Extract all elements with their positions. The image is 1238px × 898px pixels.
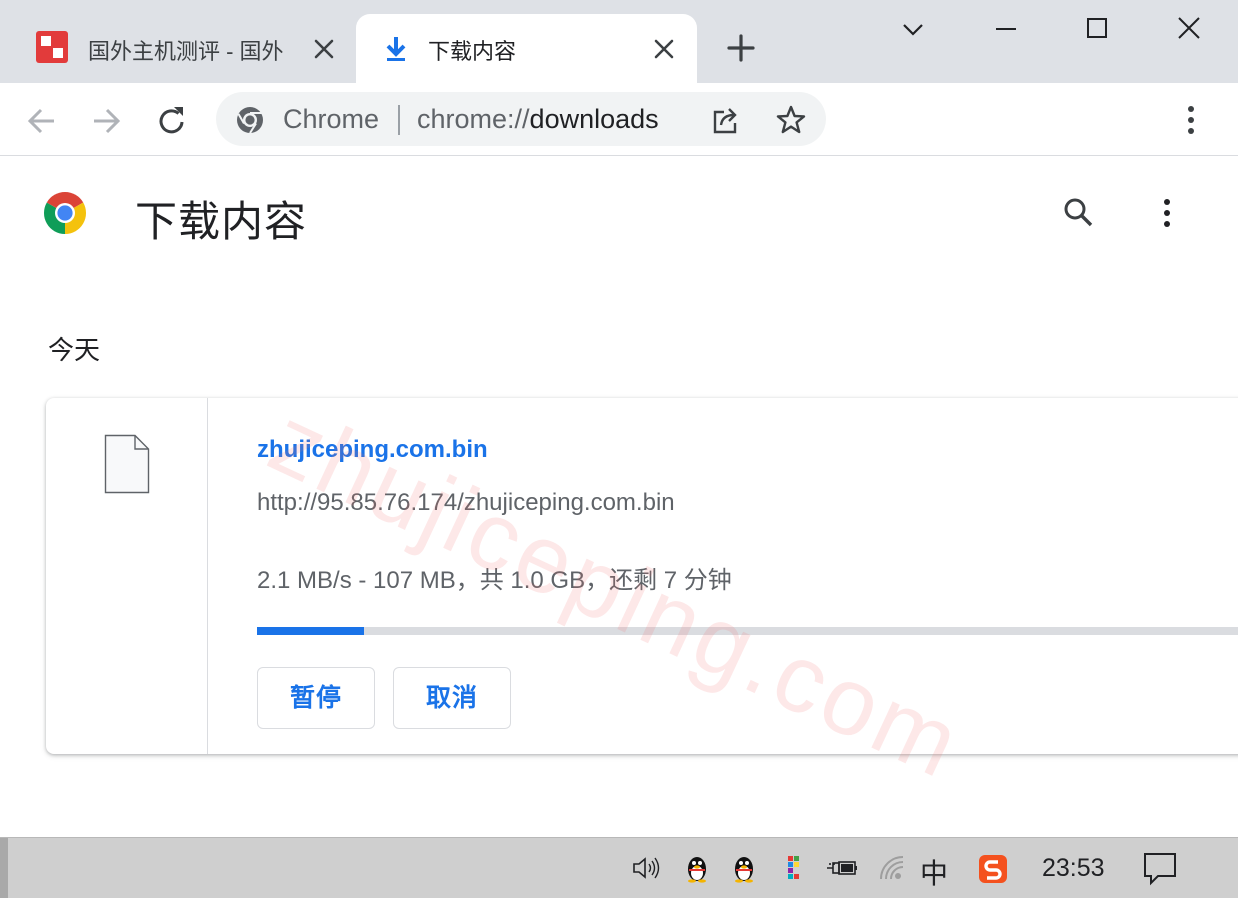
sogou-ime-icon[interactable]: [977, 853, 1009, 885]
app-tray-icon[interactable]: [780, 853, 810, 883]
minimize-button[interactable]: [986, 12, 1026, 48]
browser-menu-button[interactable]: [1176, 101, 1206, 141]
back-button[interactable]: [22, 101, 62, 141]
close-icon[interactable]: [650, 35, 678, 63]
file-icon: [104, 434, 150, 494]
close-icon[interactable]: [310, 35, 338, 63]
close-window-button[interactable]: [1169, 12, 1209, 48]
chevron-down-icon: [903, 24, 923, 36]
forward-button[interactable]: [86, 101, 126, 141]
url-prefix: chrome://: [417, 104, 530, 134]
download-progress-fill: [257, 627, 364, 635]
reload-button[interactable]: [152, 101, 192, 141]
tab-title: 下载内容: [428, 39, 517, 64]
tab-strip: 国外主机测评 - 国外 下载内容: [0, 0, 1238, 83]
volume-icon[interactable]: [631, 853, 661, 883]
star-icon: [776, 105, 806, 134]
tab-zhujiceping[interactable]: 国外主机测评 - 国外: [12, 14, 354, 83]
site-chip-label: Chrome: [283, 104, 380, 134]
search-downloads-button[interactable]: [1060, 194, 1096, 230]
minimize-icon: [996, 28, 1016, 30]
chrome-site-icon: [235, 105, 265, 135]
chrome-logo-icon: [42, 190, 88, 236]
bookmark-button[interactable]: [774, 103, 808, 137]
maximize-icon: [1087, 18, 1107, 38]
qq-penguin-icon[interactable]: [682, 853, 712, 883]
tab-downloads[interactable]: 下载内容: [356, 14, 697, 83]
cancel-button[interactable]: 取消: [393, 667, 511, 729]
toolbar: Chrome chrome://downloads: [0, 83, 1238, 156]
qq-penguin-icon[interactable]: [729, 853, 759, 883]
share-button[interactable]: [710, 104, 742, 136]
date-heading: 今天: [48, 335, 101, 365]
reload-icon: [159, 107, 184, 134]
downloads-menu-button[interactable]: [1152, 194, 1182, 232]
search-icon: [1064, 198, 1093, 227]
share-icon: [713, 108, 737, 134]
plus-icon: [727, 34, 755, 62]
maximize-button[interactable]: [1077, 12, 1117, 48]
pause-button[interactable]: 暂停: [257, 667, 375, 729]
action-center-button[interactable]: [1142, 850, 1178, 886]
notification-icon: [1144, 853, 1176, 886]
battery-power-icon[interactable]: [825, 853, 859, 883]
arrow-right-icon: [94, 108, 121, 134]
site-favicon-icon: [36, 31, 68, 63]
url-text[interactable]: chrome://downloads: [417, 104, 659, 135]
download-icon: [382, 34, 410, 64]
url-host: downloads: [529, 104, 659, 134]
kebab-menu-icon: [1164, 199, 1170, 227]
system-clock[interactable]: 23:53: [1042, 854, 1105, 883]
taskbar-edge: [0, 838, 8, 898]
ime-language-indicator[interactable]: 中: [920, 852, 948, 892]
new-tab-button[interactable]: [724, 31, 758, 65]
close-icon: [1178, 17, 1200, 39]
tab-search-button[interactable]: [893, 12, 933, 48]
kebab-menu-icon: [1188, 106, 1194, 134]
wifi-icon[interactable]: [877, 853, 907, 883]
arrow-left-icon: [27, 108, 54, 134]
tab-title: 国外主机测评 - 国外: [88, 39, 284, 64]
address-bar[interactable]: Chrome chrome://downloads: [216, 92, 826, 146]
omnibox-divider: [398, 105, 400, 135]
system-taskbar: 中 23:53: [0, 837, 1238, 898]
card-divider: [207, 398, 208, 754]
page-title: 下载内容: [135, 198, 308, 245]
